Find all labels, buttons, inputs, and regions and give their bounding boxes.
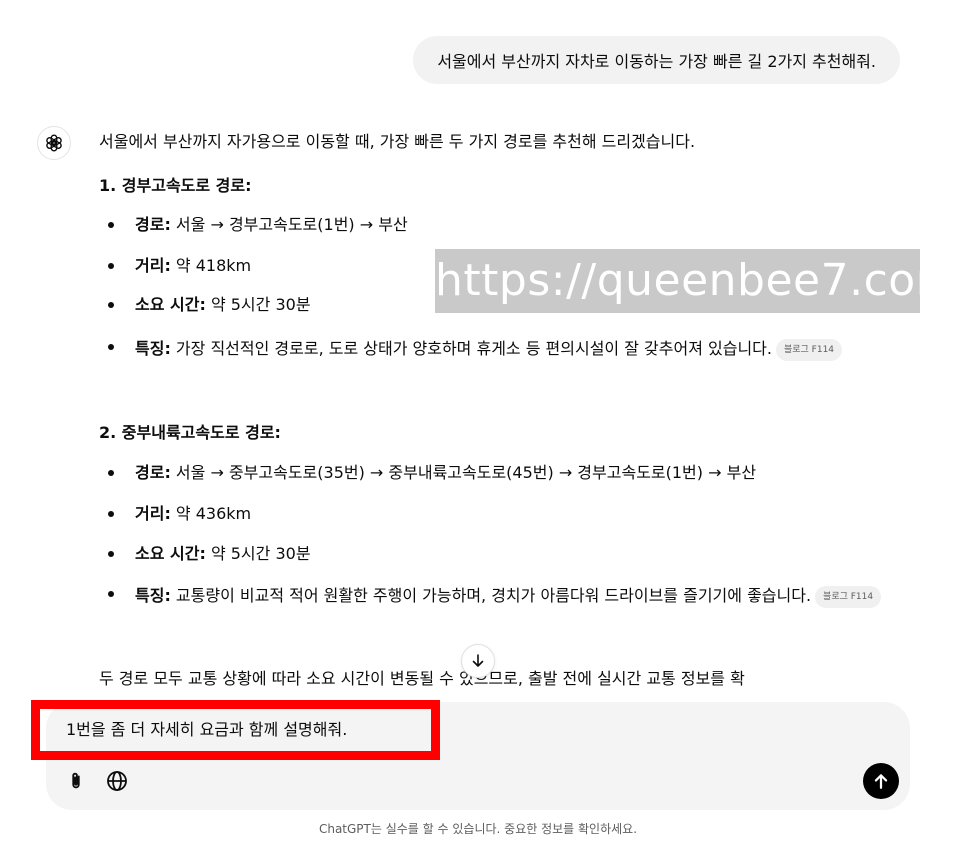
user-message-text: 서울에서 부산까지 자차로 이동하는 가장 빠른 길 2가지 추천해줘. [437,52,876,71]
assistant-closing: 두 경로 모두 교통 상황에 따라 소요 시간이 변동될 수 있으므로, 출발 … [99,669,745,688]
route-2-path: 경로: 서울 → 중부고속도로(35번) → 중부내륙고속도로(45번) → 경… [108,459,895,487]
route-1-feature: 특징: 가장 직선적인 경로로, 도로 상태가 양호하며 휴게소 등 편의시설이… [108,333,895,365]
arrow-up-icon [874,774,888,789]
watermark: https://queenbee7.com [435,249,959,313]
highlight-box [31,700,440,760]
assistant-intro: 서울에서 부산까지 자가용으로 이동할 때, 가장 빠른 두 가지 경로를 추천… [99,132,696,151]
disclaimer-text: ChatGPT는 실수를 할 수 있습니다. 중요한 정보를 확인하세요. [318,822,638,836]
citation-chip[interactable]: 블로그 F114 [815,585,882,608]
citation-chip[interactable]: 블로그 F114 [775,338,843,361]
route-2-feature: 특징: 교통량이 비교적 적어 원활한 주행이 가능하며, 경치가 아름다워 드… [108,580,905,612]
attach-button[interactable] [59,764,93,798]
chat-window: 서울에서 부산까지 자차로 이동하는 가장 빠른 길 2가지 추천해줘. 서울에… [0,0,977,847]
web-search-button[interactable] [100,764,134,798]
scroll-down-button[interactable] [461,644,495,678]
route-2-distance: 거리: 약 436km [108,500,895,528]
arrow-down-icon [472,654,484,667]
openai-logo-icon [46,134,62,152]
route-1-heading: 1. 경부고속도로 경로: [99,176,252,195]
paperclip-icon [72,772,80,789]
route-1-path: 경로: 서울 → 경부고속도로(1번) → 부산 [108,211,895,239]
globe-icon [107,771,127,791]
assistant-avatar [37,126,71,160]
route-2-heading: 2. 중부내륙고속도로 경로: [99,423,281,442]
user-message-bubble: 서울에서 부산까지 자차로 이동하는 가장 빠른 길 2가지 추천해줘. [413,36,900,84]
route-2-duration: 소요 시간: 약 5시간 30분 [108,540,895,568]
send-button[interactable] [863,763,899,799]
